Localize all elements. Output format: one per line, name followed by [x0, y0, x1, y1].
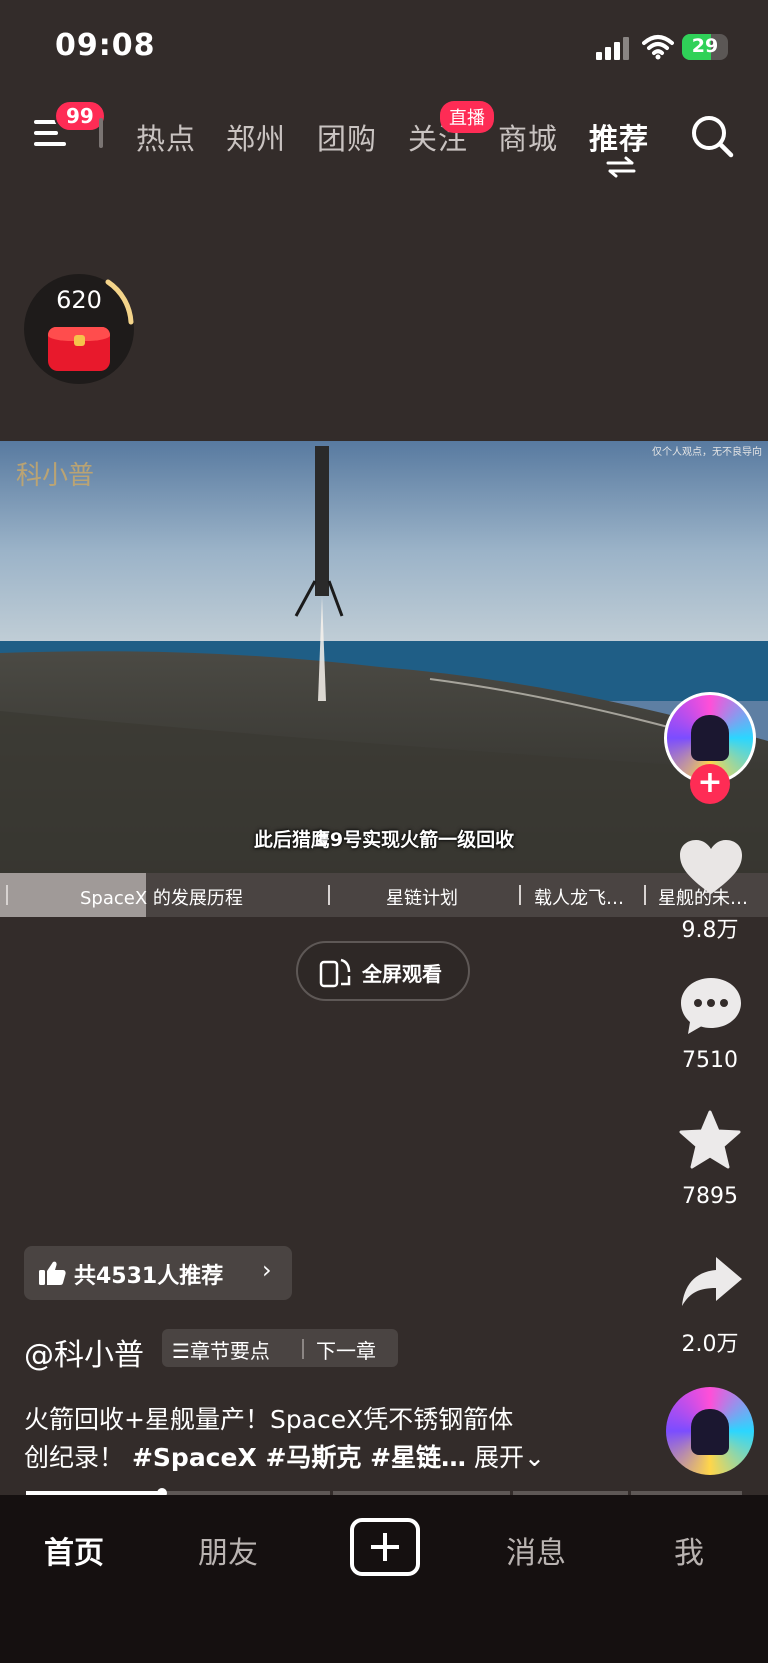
nav-home[interactable]: 首页: [44, 1528, 104, 1572]
chapter-item[interactable]: SpaceX 的发展历程: [80, 884, 243, 910]
chapter-divider: [6, 885, 8, 905]
share-arrow-icon[interactable]: [680, 1254, 744, 1308]
list-icon: ☰: [172, 1339, 190, 1363]
battery-icon: 29: [682, 34, 728, 60]
tab-group-buy[interactable]: 团购: [317, 116, 377, 158]
recommend-count-text: 共4531人推荐: [74, 1264, 224, 1289]
create-button[interactable]: [350, 1518, 420, 1576]
music-disc-avatar[interactable]: [666, 1387, 754, 1475]
next-chapter-link[interactable]: 下一章: [316, 1335, 376, 1364]
expand-link[interactable]: 展开: [474, 1443, 524, 1472]
tab-mall[interactable]: 商城: [498, 116, 558, 158]
video-subtitle: 此后猎鹰9号实现火箭一级回收: [253, 829, 515, 851]
chapter-points-label: 章节要点: [189, 1339, 270, 1363]
chevron-right-icon: ›: [262, 1256, 272, 1284]
caption-hashtags[interactable]: #SpaceX #马斯克 #星链…: [132, 1443, 466, 1472]
comment-count: 7510: [682, 1048, 738, 1073]
tab-hot[interactable]: 热点: [136, 116, 196, 158]
swap-icon[interactable]: [606, 156, 636, 178]
caption-line-1: 火箭回收+星舰量产！SpaceX凭不锈钢箭体: [24, 1405, 514, 1434]
video-disclaimer: 仅个人观点，无不良导向: [652, 447, 762, 458]
follow-button[interactable]: +: [690, 764, 730, 804]
favorite-count: 7895: [682, 1184, 738, 1209]
search-icon[interactable]: [690, 114, 734, 158]
tab-recommend[interactable]: 推荐: [589, 116, 649, 158]
video-player[interactable]: 科小普 仅个人观点，无不良导向 此后猎鹰9号实现火箭一级回收: [0, 441, 768, 873]
chapter-item[interactable]: 星链计划: [386, 884, 458, 910]
red-envelope-icon: [48, 327, 110, 371]
author-name[interactable]: @科小普: [24, 1330, 144, 1374]
nav-messages[interactable]: 消息: [506, 1528, 566, 1572]
chapter-divider: [644, 885, 646, 905]
red-packet-count: 620: [56, 286, 102, 314]
wifi-icon: [642, 35, 674, 60]
chevron-down-icon: ⌄: [524, 1443, 545, 1472]
nav-friends[interactable]: 朋友: [198, 1528, 258, 1572]
channel-watermark-logo: 科小普: [16, 461, 95, 491]
pill-divider: [302, 1339, 304, 1359]
status-time: 09:08: [55, 28, 156, 63]
chapter-divider: [328, 885, 330, 905]
like-count: 9.8万: [681, 918, 739, 943]
chapter-divider: [519, 885, 521, 905]
favorite-star-icon[interactable]: [678, 1109, 742, 1171]
caption-prefix: 创纪录！: [24, 1443, 125, 1472]
nav-me[interactable]: 我: [674, 1528, 704, 1572]
rotate-screen-icon: [319, 958, 351, 988]
fullscreen-label: 全屏观看: [362, 962, 442, 986]
chapter-points-link[interactable]: ☰章节要点: [172, 1335, 270, 1364]
nav-divider: [99, 118, 103, 148]
caption-line-2: 创纪录！ #SpaceX #马斯克 #星链… 展开⌄: [24, 1438, 584, 1474]
live-badge: 直播: [440, 101, 494, 133]
thumbs-up-icon: [39, 1261, 66, 1285]
comment-icon[interactable]: [678, 975, 744, 1037]
tab-zhengzhou[interactable]: 郑州: [226, 116, 286, 158]
chapter-item[interactable]: 载人龙飞…: [534, 884, 624, 910]
battery-level: 29: [691, 35, 719, 57]
share-count: 2.0万: [681, 1332, 739, 1357]
video-frame-image: [0, 441, 768, 873]
like-heart-icon[interactable]: [678, 838, 744, 898]
cellular-signal-icon: [596, 36, 630, 60]
